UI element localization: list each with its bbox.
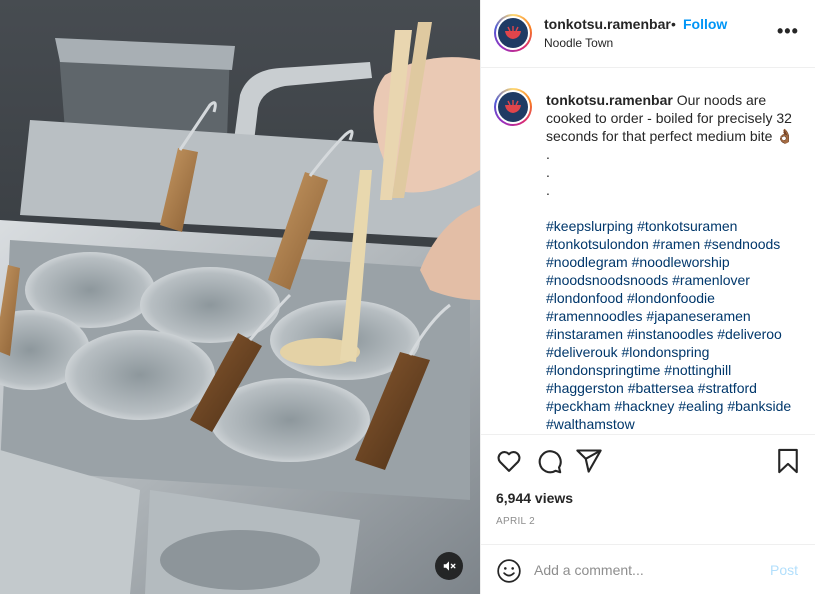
hashtag-link[interactable]: #noodleworship — [632, 254, 730, 270]
hashtag-link[interactable]: #battersea — [628, 380, 694, 396]
avatar[interactable] — [494, 14, 532, 52]
caption-text: tonkotsu.ramenbar Our noods are cooked t… — [546, 91, 804, 199]
caption-dots: . . . — [546, 145, 804, 199]
hashtag-link[interactable]: #keepslurping — [546, 218, 633, 234]
post-comment-button[interactable]: Post — [770, 562, 798, 578]
hashtag-link[interactable]: #deliverouk — [546, 344, 618, 360]
caption-avatar[interactable] — [494, 88, 532, 126]
hashtag-link[interactable]: #instanoodles — [627, 326, 713, 342]
separator-dot: • — [671, 16, 676, 32]
hashtag-link[interactable]: #stratford — [698, 380, 757, 396]
hashtag-link[interactable]: #londonfoodie — [627, 290, 715, 306]
username-link[interactable]: tonkotsu.ramenbar — [544, 16, 671, 32]
caption-username[interactable]: tonkotsu.ramenbar — [546, 92, 673, 108]
hashtag-link[interactable]: #ramen — [653, 236, 700, 252]
caption-dot: . — [546, 164, 550, 180]
bookmark-icon[interactable] — [774, 447, 802, 475]
hashtag-link[interactable]: #londonspringtime — [546, 362, 660, 378]
caption-dot: . — [546, 146, 550, 162]
hashtag-link[interactable]: #londonspring — [622, 344, 710, 360]
caption-dot: . — [546, 182, 550, 198]
post-details-panel: tonkotsu.ramenbar • Follow Noodle Town •… — [480, 0, 815, 594]
follow-button[interactable]: Follow — [683, 16, 727, 32]
ramen-bowl-logo-icon — [505, 26, 521, 39]
hashtag-link[interactable]: #ealing — [678, 398, 723, 414]
speaker-muted-icon — [443, 561, 456, 571]
hashtag-link[interactable]: #noodlegram — [546, 254, 628, 270]
ramen-bowl-logo-icon — [505, 100, 521, 113]
hashtag-link[interactable]: #instaramen — [546, 326, 623, 342]
comment-input[interactable] — [534, 559, 764, 581]
hashtag-link[interactable]: #tonkotsulondon — [546, 236, 649, 252]
post-video[interactable] — [0, 0, 480, 594]
hashtag-link[interactable]: #deliveroo — [717, 326, 782, 342]
ramen-noodle-cooker-video-frame — [0, 0, 480, 594]
comment-icon[interactable] — [535, 447, 563, 475]
hashtag-link[interactable]: #peckham — [546, 398, 611, 414]
share-icon[interactable] — [575, 447, 603, 475]
hashtag-link[interactable]: #londonfood — [546, 290, 623, 306]
hashtag-list: #keepslurping #tonkotsuramen #tonkotsulo… — [546, 217, 808, 433]
emoji-icon[interactable] — [496, 558, 522, 584]
hashtag-link[interactable]: #ramenlover — [672, 272, 750, 288]
hashtag-link[interactable]: #haggerston — [546, 380, 624, 396]
hashtag-link[interactable]: #sendnoods — [704, 236, 780, 252]
hashtag-link[interactable]: #noodsnoodsnoods — [546, 272, 668, 288]
post-header: tonkotsu.ramenbar • Follow Noodle Town •… — [481, 0, 815, 68]
hashtag-link[interactable]: #nottinghill — [664, 362, 731, 378]
hashtag-link[interactable]: #japaneseramen — [646, 308, 750, 324]
hashtag-link[interactable]: #bankside — [727, 398, 791, 414]
caption-area: tonkotsu.ramenbar Our noods are cooked t… — [481, 69, 815, 434]
hashtag-link[interactable]: #ramennoodles — [546, 308, 643, 324]
hashtag-link[interactable]: #walthamstow — [546, 416, 635, 432]
hashtag-link[interactable]: #tonkotsuramen — [637, 218, 737, 234]
location-link[interactable]: Noodle Town — [544, 36, 613, 50]
mute-button[interactable] — [435, 552, 463, 580]
views-count[interactable]: 6,944 views — [496, 490, 573, 506]
hashtag-link[interactable]: #hackney — [614, 398, 674, 414]
comment-bar: Post — [481, 544, 815, 594]
more-options-icon[interactable]: ••• — [777, 22, 799, 40]
post-date[interactable]: APRIL 2 — [496, 516, 535, 527]
heart-icon[interactable] — [495, 447, 523, 475]
action-bar: 6,944 views APRIL 2 — [481, 434, 815, 544]
